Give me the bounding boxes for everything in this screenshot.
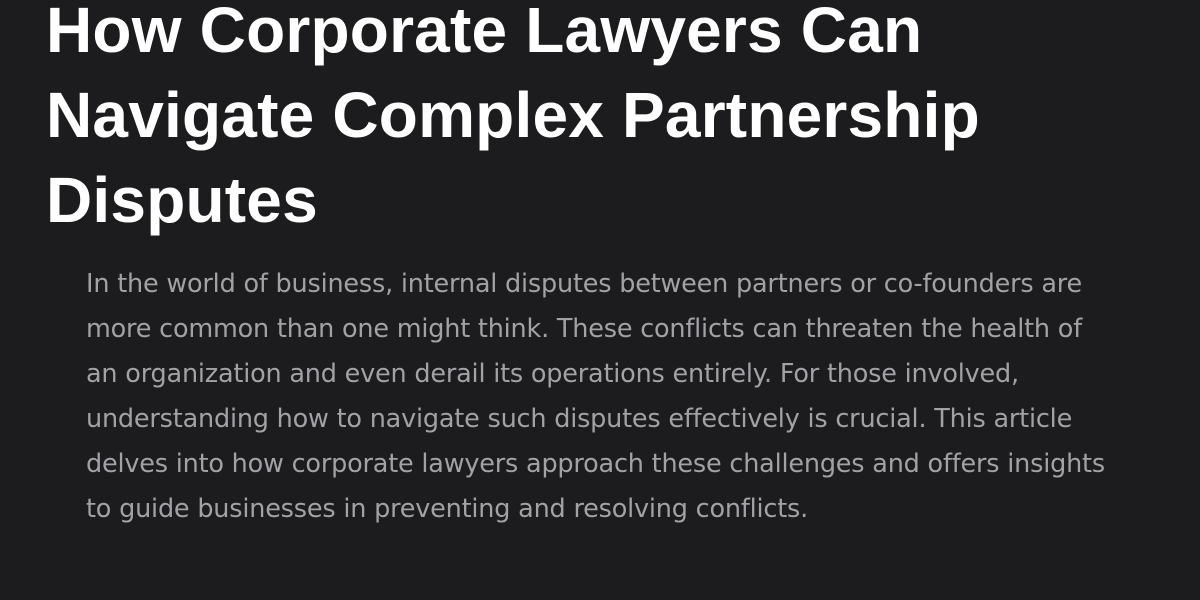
article-intro-paragraph: In the world of business, internal dispu…: [86, 269, 1105, 524]
article-title: How Corporate Lawyers Can Navigate Compl…: [46, 0, 980, 236]
article-page: How Corporate Lawyers Can Navigate Compl…: [0, 0, 1200, 600]
